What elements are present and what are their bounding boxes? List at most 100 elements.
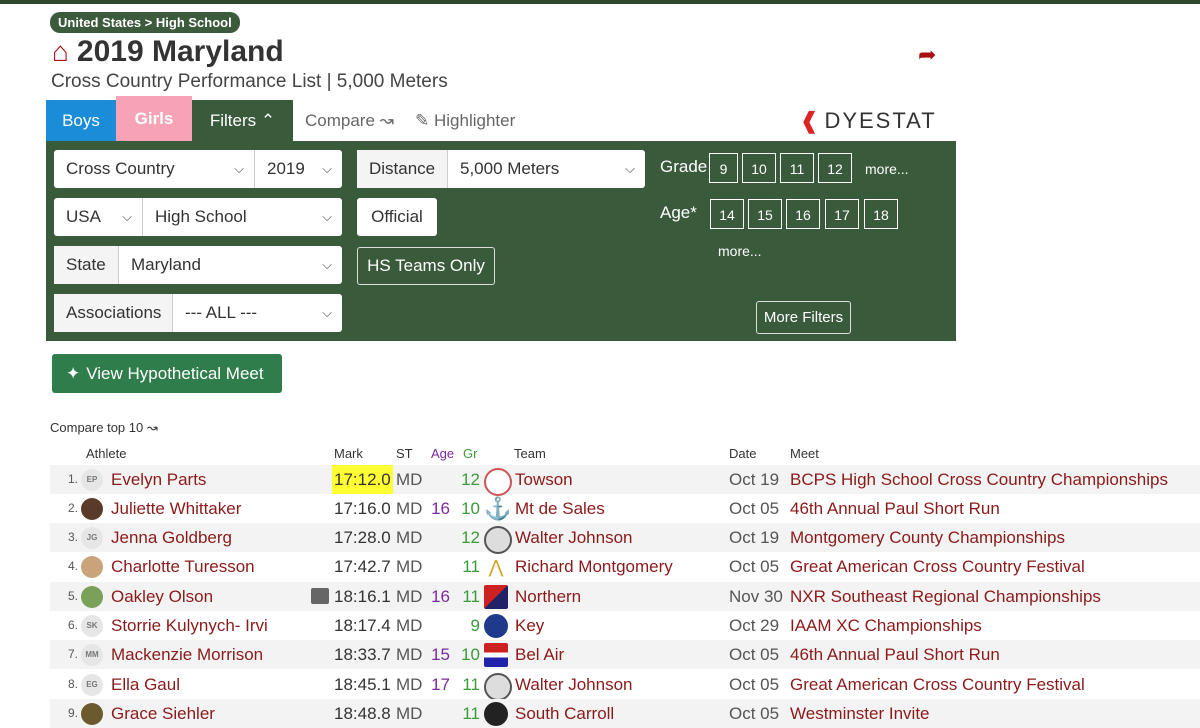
mark[interactable]: 18:48.8	[334, 699, 391, 728]
age: 16	[431, 587, 450, 606]
meet-link[interactable]: Great American Cross Country Festival	[790, 670, 1085, 699]
tab-filters[interactable]: Filters ⌃	[192, 100, 293, 141]
column-header-gr[interactable]: Gr	[463, 446, 477, 461]
athlete-name-link[interactable]: Evelyn Parts	[111, 465, 206, 494]
age-button-16[interactable]: 16	[786, 199, 820, 229]
associations-select[interactable]: --- ALL --- ⌵	[172, 294, 342, 332]
grade-button-11[interactable]: 11	[780, 153, 814, 183]
grade: 10	[461, 645, 480, 664]
meet-link[interactable]: Montgomery County Championships	[790, 523, 1065, 552]
tab-highlighter[interactable]: ✎ Highlighter	[415, 100, 535, 141]
team-link[interactable]: Richard Montgomery	[515, 552, 673, 581]
mark[interactable]: 18:17.4	[334, 611, 391, 640]
age-more-link[interactable]: more...	[718, 243, 762, 259]
home-icon[interactable]: ⌂	[52, 36, 69, 67]
age-button-17[interactable]: 17	[825, 199, 859, 229]
athlete-name-link[interactable]: Oakley Olson	[111, 582, 213, 611]
tab-compare[interactable]: Compare ↝	[305, 100, 405, 141]
year-select[interactable]: 2019 ⌵	[254, 150, 342, 188]
column-header-st[interactable]: ST	[396, 446, 413, 461]
team-logo-icon: ⋀	[488, 557, 504, 577]
mark[interactable]: 18:45.1	[334, 670, 391, 699]
grade-button-10[interactable]: 10	[742, 153, 776, 183]
athlete-name-link[interactable]: Mackenzie Morrison	[111, 640, 263, 669]
column-header-meet[interactable]: Meet	[790, 446, 819, 461]
level-select[interactable]: High School ⌵	[142, 198, 342, 236]
compare-top-link[interactable]: Compare top 10 ↝	[50, 420, 158, 436]
chevron-down-icon: ⌵	[322, 209, 332, 224]
team-link[interactable]: Key	[515, 611, 544, 640]
avatar	[81, 586, 103, 608]
age-button-14[interactable]: 14	[710, 199, 744, 229]
chevron-down-icon: ⌵	[625, 161, 635, 176]
more-filters-button[interactable]: More Filters	[756, 301, 851, 334]
team-link[interactable]: Bel Air	[515, 640, 564, 669]
table-row: 6. SK Storrie Kulynych- Irvi 18:17.4 MD …	[50, 611, 1200, 640]
column-header-athlete[interactable]: Athlete	[86, 446, 126, 461]
team-link[interactable]: Northern	[515, 582, 581, 611]
mark[interactable]: 17:12.0	[332, 465, 393, 494]
meet-link[interactable]: Westminster Invite	[790, 699, 930, 728]
tab-girls[interactable]: Girls	[116, 96, 192, 141]
date: Oct 05	[729, 645, 780, 664]
state-select[interactable]: Maryland ⌵	[118, 246, 342, 284]
mark[interactable]: 18:33.7	[334, 640, 391, 669]
share-icon[interactable]: ➦	[918, 42, 936, 68]
avatar	[81, 498, 103, 520]
filter-panel: Cross Country ⌵ 2019 ⌵ Distance 5,000 Mete…	[46, 141, 956, 341]
meet-link[interactable]: 46th Annual Paul Short Run	[790, 494, 1000, 523]
grade-button-9[interactable]: 9	[709, 153, 738, 183]
grade-button-12[interactable]: 12	[818, 153, 852, 183]
sport-select[interactable]: Cross Country ⌵	[54, 150, 254, 188]
team-link[interactable]: Towson	[515, 465, 573, 494]
distance-select[interactable]: 5,000 Meters ⌵	[447, 150, 645, 188]
mark[interactable]: 17:28.0	[334, 523, 391, 552]
team-logo-icon	[484, 614, 508, 638]
athlete-name-link[interactable]: Jenna Goldberg	[111, 523, 232, 552]
age-button-15[interactable]: 15	[748, 199, 782, 229]
mark[interactable]: 18:16.1	[334, 582, 391, 611]
grade: 11	[462, 587, 480, 606]
age-button-18[interactable]: 18	[864, 199, 898, 229]
meet-link[interactable]: IAAM XC Championships	[790, 611, 982, 640]
athlete-name-link[interactable]: Juliette Whittaker	[111, 494, 241, 523]
mark[interactable]: 17:16.0	[334, 494, 391, 523]
official-button[interactable]: Official	[357, 198, 437, 236]
state: MD	[396, 528, 423, 547]
video-icon[interactable]	[311, 588, 329, 604]
mark[interactable]: 17:42.7	[334, 552, 391, 581]
table-row: 1. EP Evelyn Parts 17:12.0 MD 12 Towson …	[50, 465, 1200, 496]
hs-teams-only-button[interactable]: HS Teams Only	[357, 247, 495, 285]
sport-value: Cross Country	[66, 159, 175, 178]
athlete-name-link[interactable]: Charlotte Turesson	[111, 552, 255, 581]
grade-more-link[interactable]: more...	[865, 161, 909, 177]
state: MD	[396, 470, 423, 489]
associations-value: --- ALL ---	[185, 303, 258, 322]
breadcrumb[interactable]: United States > High School	[50, 12, 240, 33]
view-hypothetical-meet-button[interactable]: ✦ View Hypothetical Meet	[52, 354, 282, 393]
table-row: 3. JG Jenna Goldberg 17:28.0 MD 12 Walte…	[50, 523, 1200, 554]
team-link[interactable]: Mt de Sales	[515, 494, 605, 523]
team-link[interactable]: Walter Johnson	[515, 523, 632, 552]
column-header-age[interactable]: Age	[431, 446, 454, 461]
athlete-name-link[interactable]: Ella Gaul	[111, 670, 180, 699]
meet-link[interactable]: 46th Annual Paul Short Run	[790, 640, 1000, 669]
column-header-mark[interactable]: Mark	[334, 446, 363, 461]
team-link[interactable]: Walter Johnson	[515, 670, 632, 699]
team-link[interactable]: South Carroll	[515, 699, 614, 728]
meet-link[interactable]: NXR Southeast Regional Championships	[790, 582, 1101, 611]
tab-boys[interactable]: Boys	[46, 100, 116, 141]
table-row: 7. MM Mackenzie Morrison 18:33.7 MD 15 1…	[50, 640, 1200, 669]
team-logo-icon	[484, 585, 508, 609]
column-header-date[interactable]: Date	[729, 446, 756, 461]
athlete-name-link[interactable]: Grace Siehler	[111, 699, 215, 728]
age	[430, 699, 450, 728]
sparkle-icon: ✦	[66, 364, 81, 383]
meet-link[interactable]: Great American Cross Country Festival	[790, 552, 1085, 581]
column-header-team[interactable]: Team	[514, 446, 546, 461]
meet-link[interactable]: BCPS High School Cross Country Champions…	[790, 465, 1168, 494]
athlete-name-link[interactable]: Storrie Kulynych- Irvi	[111, 611, 268, 640]
chevron-up-icon: ⌃	[260, 111, 276, 130]
country-select[interactable]: USA ⌵	[54, 198, 142, 236]
rank: 3.	[67, 530, 78, 544]
